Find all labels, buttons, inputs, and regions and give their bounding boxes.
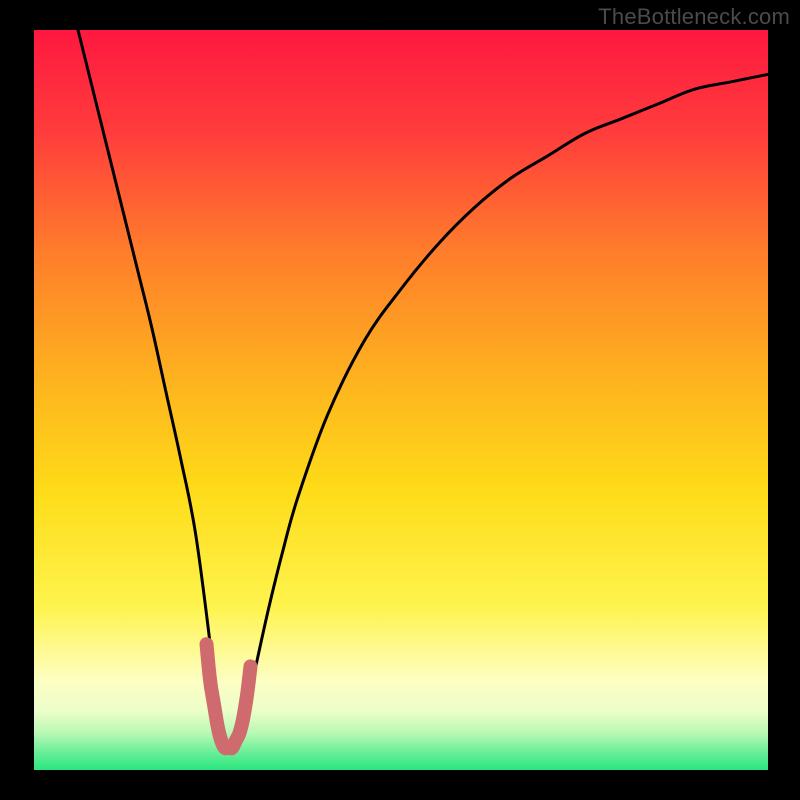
bottleneck-curve — [78, 30, 768, 751]
watermark-text: TheBottleneck.com — [598, 4, 790, 30]
min-marker — [207, 644, 251, 748]
curve-layer — [34, 30, 768, 770]
plot-area — [34, 30, 768, 770]
chart-frame: TheBottleneck.com — [0, 0, 800, 800]
